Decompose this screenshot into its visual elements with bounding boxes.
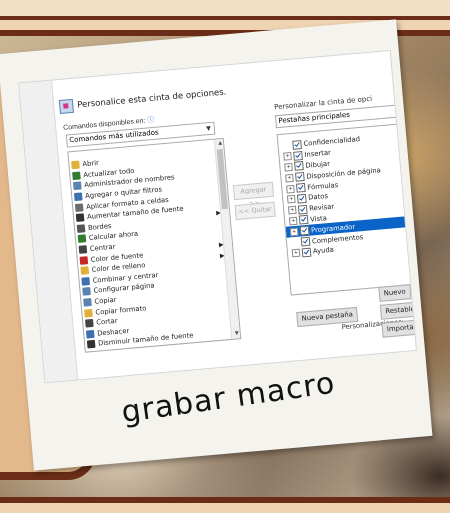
commands-list[interactable]: Abrir Actualizar todo Administrador de nom… — [67, 137, 242, 353]
expand-icon[interactable]: + — [288, 216, 298, 226]
scroll-thumb[interactable] — [216, 148, 228, 210]
import-export-button[interactable]: Importa — [381, 319, 417, 338]
page-setup-icon — [82, 287, 91, 297]
add-button[interactable]: Agregar >> — [232, 181, 275, 208]
tab-checkbox[interactable] — [301, 247, 312, 258]
polaroid-card: Personalice esta cinta de opciones. Coma… — [0, 19, 433, 471]
borders-icon — [76, 224, 86, 233]
commands-items: Abrir Actualizar todo Administrador de nom… — [71, 151, 195, 350]
command-label: Cortar — [95, 316, 118, 327]
grow-font-icon — [75, 213, 85, 223]
ribbon-select-value: Pestañas principales — [278, 110, 351, 125]
commands-scrollbar[interactable]: ▲ ▼ — [213, 138, 241, 339]
tab-checkbox[interactable] — [296, 193, 307, 204]
chevron-down-icon: ▼ — [205, 124, 212, 133]
font-color-icon — [79, 255, 89, 265]
tab-checkbox[interactable] — [298, 215, 309, 226]
expand-icon[interactable]: + — [286, 184, 295, 194]
tab-checkbox[interactable] — [292, 139, 302, 150]
expand-icon[interactable]: + — [285, 173, 294, 183]
ribbon-tab-label: Datos — [307, 192, 329, 203]
expand-icon[interactable]: + — [291, 249, 301, 258]
command-label: Abrir — [82, 159, 100, 169]
cut-icon — [85, 319, 94, 328]
reset-button[interactable]: Restable — [379, 301, 417, 320]
filter-icon — [73, 192, 83, 202]
excel-options-screenshot: Personalice esta cinta de opciones. Coma… — [18, 49, 417, 384]
scroll-up-icon[interactable]: ▲ — [218, 140, 222, 146]
merge-center-icon — [81, 276, 90, 286]
tab-checkbox[interactable] — [293, 150, 303, 161]
tab-checkbox[interactable] — [300, 236, 311, 247]
format-cells-icon — [74, 203, 84, 212]
info-icon: ⓘ — [147, 116, 155, 125]
refresh-icon — [72, 171, 81, 181]
bottom-stripe-light — [0, 503, 450, 513]
undo-icon — [85, 329, 95, 339]
ribbon-tab-label: Ayuda — [312, 246, 335, 256]
tab-checkbox[interactable] — [297, 204, 308, 215]
folder-icon — [71, 160, 80, 170]
ribbon-tab-label: Dibujar — [305, 159, 331, 170]
tab-checkbox[interactable] — [295, 172, 305, 182]
ribbon-tab-label: Revisar — [308, 202, 335, 213]
scroll-down-icon[interactable]: ▼ — [235, 330, 239, 336]
name-manager-icon — [73, 181, 82, 191]
expand-icon[interactable]: + — [287, 205, 297, 215]
center-icon — [78, 245, 88, 254]
ribbon-tabs-tree[interactable]: Confidencialidad + Insertar + Dibujar + Dispos… — [276, 122, 417, 296]
ribbon-tab-label: Vista — [309, 214, 328, 224]
format-painter-icon — [84, 308, 93, 318]
expand-icon[interactable]: + — [289, 227, 299, 237]
shrink-font-icon — [86, 340, 96, 349]
tab-checkbox[interactable] — [299, 226, 310, 236]
remove-button[interactable]: << Quitar — [234, 201, 276, 221]
tab-checkbox[interactable] — [295, 183, 306, 193]
dialog-heading: Personalice esta cinta de opciones. — [58, 85, 227, 115]
top-stripe-light — [0, 0, 450, 16]
new-group-button[interactable]: Nuevo — [378, 284, 412, 302]
command-label: Copiar — [94, 295, 117, 306]
fill-color-icon — [80, 266, 90, 276]
expand-icon[interactable]: + — [286, 195, 296, 204]
heading-text: Personalice esta cinta de opciones. — [76, 87, 227, 111]
expand-icon[interactable]: + — [284, 162, 293, 172]
customize-ribbon-icon — [58, 98, 74, 115]
expand-icon[interactable]: + — [283, 152, 292, 161]
tab-checkbox[interactable] — [294, 161, 304, 172]
copy-icon — [83, 298, 92, 307]
calculator-icon — [77, 234, 87, 244]
